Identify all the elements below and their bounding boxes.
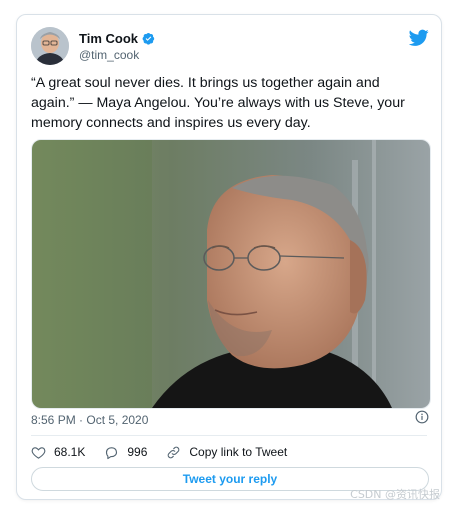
reply-button[interactable]: 996: [104, 445, 147, 460]
tweet-actions: 68.1K 996 Copy link to Tweet: [31, 442, 306, 462]
like-count: 68.1K: [54, 445, 86, 459]
twitter-bird-icon[interactable]: [409, 29, 429, 47]
author-avatar[interactable]: [31, 27, 69, 65]
tweet-text-line: “A great soul never dies. It brings us t…: [31, 75, 380, 91]
tweet-text-line: again.” — Maya Angelou. You’re always wi…: [31, 95, 405, 111]
watermark: CSDN @资讯快报: [350, 488, 440, 501]
link-icon: [168, 446, 180, 458]
like-button[interactable]: 68.1K: [31, 445, 85, 460]
reply-count: 996: [127, 445, 148, 459]
tweet-timestamp[interactable]: 8:56 PM · Oct 5, 2020: [31, 413, 148, 427]
reply-bubble-icon: [106, 446, 118, 459]
tweet-text-line: memory connects and inspires us every da…: [31, 115, 311, 131]
verified-badge-icon: [142, 32, 155, 45]
author-handle[interactable]: @tim_cook: [79, 48, 139, 62]
copy-link-button[interactable]: Copy link to Tweet: [166, 445, 287, 460]
tweet-card: Tim Cook @tim_cook “A great soul never d…: [16, 14, 442, 500]
tweet-photo[interactable]: [31, 139, 431, 409]
copy-link-label: Copy link to Tweet: [189, 445, 288, 459]
author-display-name[interactable]: Tim Cook: [79, 31, 138, 46]
tweet-header: Tim Cook @tim_cook: [31, 27, 429, 67]
divider: [31, 435, 427, 436]
tweet-text: “A great soul never dies. It brings us t…: [31, 73, 429, 133]
info-icon[interactable]: [415, 410, 429, 424]
heart-icon: [31, 446, 46, 459]
